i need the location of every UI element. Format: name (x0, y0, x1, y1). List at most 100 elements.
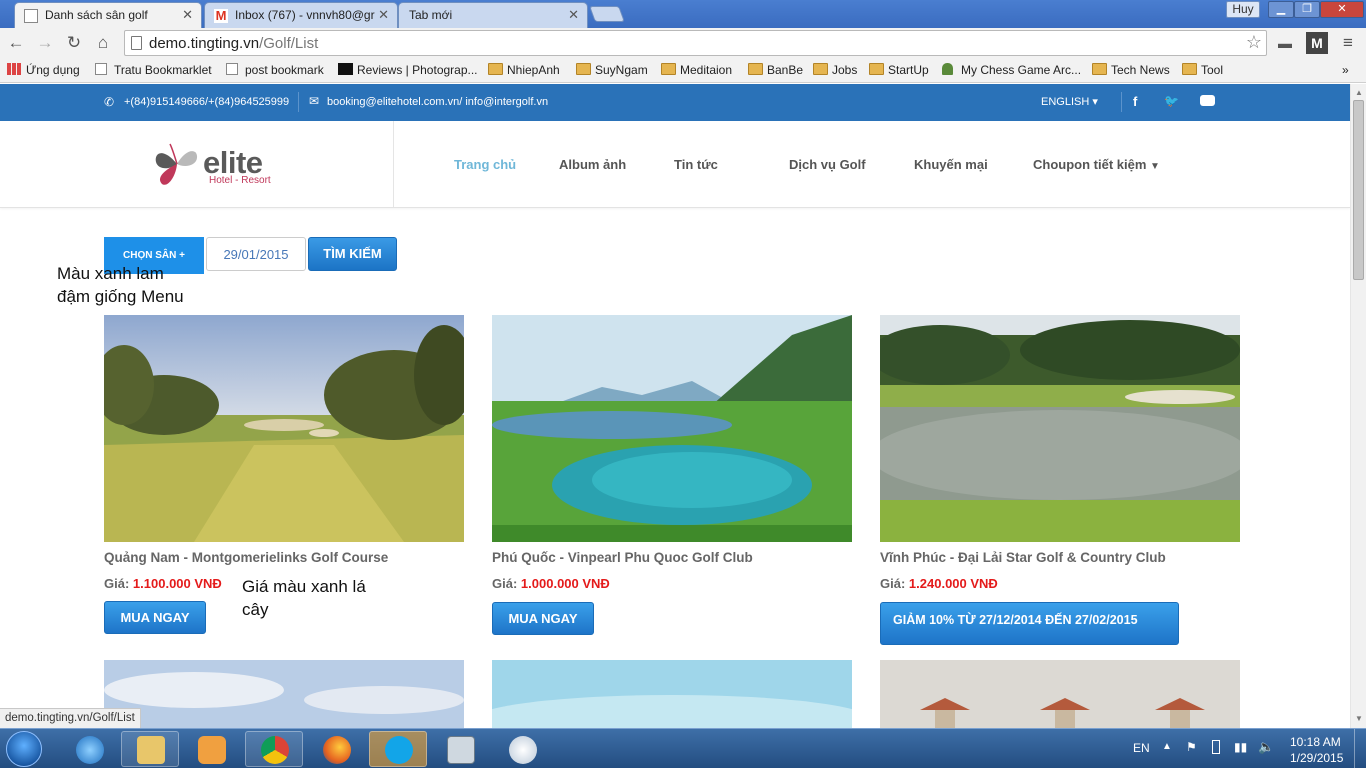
chrome-icon (261, 736, 289, 764)
tab-inbox[interactable]: M Inbox (767) - vnnvh80@gr ✕ (204, 2, 398, 28)
bookmark-folder[interactable]: Jobs (813, 63, 857, 77)
battery-icon[interactable] (1212, 740, 1220, 754)
menu-news[interactable]: Tin tức (674, 157, 718, 172)
menu-coupon-label: Choupon tiết kiệm (1033, 157, 1147, 172)
twitter-icon[interactable]: 🐦 (1164, 94, 1179, 108)
url-text[interactable]: demo.tingting.vn/Golf/List (149, 35, 318, 52)
date-field[interactable] (206, 237, 306, 271)
bookmark-folder[interactable]: StartUp (869, 63, 929, 77)
taskbar-app[interactable] (307, 731, 365, 767)
price-label: Giá: (104, 576, 130, 591)
search-button[interactable]: TÌM KIẾM (308, 237, 397, 271)
file-explorer-icon (137, 736, 165, 764)
course-image-row2-2[interactable] (492, 660, 852, 728)
email-address[interactable]: booking@elitehotel.com.vn/ info@intergol… (327, 96, 548, 108)
taskbar-app[interactable] (369, 731, 427, 767)
caret-down-icon: ▼ (1150, 161, 1160, 172)
buy-now-button[interactable]: MUA NGAY (492, 602, 594, 635)
clock-time[interactable]: 10:18 AM (1290, 735, 1341, 749)
language-label: ENGLISH (1041, 96, 1090, 108)
taskbar-app[interactable] (245, 731, 303, 767)
discount-button[interactable]: GIẢM 10% TỪ 27/12/2014 ĐẾN 27/02/2015 (880, 602, 1179, 645)
menu-promotion[interactable]: Khuyến mại (914, 157, 988, 172)
menu-golf-service[interactable]: Dịch vụ Golf (789, 157, 866, 172)
bookmark-item[interactable]: post bookmark (226, 63, 324, 77)
new-tab-button[interactable] (589, 6, 625, 22)
close-tab-icon[interactable]: ✕ (378, 7, 389, 23)
taskbar-app[interactable] (121, 731, 179, 767)
close-tab-icon[interactable]: ✕ (568, 7, 579, 23)
tray-expand-icon[interactable]: ▲ (1162, 741, 1172, 752)
elite-logo[interactable]: elite Hotel - Resort (152, 140, 292, 190)
minimize-icon[interactable]: ▁ (1268, 1, 1294, 18)
forward-icon[interactable]: → (35, 33, 55, 53)
gmail-icon: M (214, 8, 228, 23)
bookmark-folder[interactable]: Tech News (1092, 63, 1170, 77)
reload-icon[interactable]: ↻ (64, 33, 84, 53)
bookmark-item[interactable]: My Chess Game Arc... (942, 63, 1081, 77)
skype-icon (385, 736, 413, 764)
input-language[interactable]: EN (1133, 741, 1150, 755)
price-label: Giá: (492, 576, 518, 591)
course-image-row2-1[interactable] (104, 660, 464, 728)
taskbar-app[interactable] (182, 731, 240, 767)
home-icon[interactable]: ⌂ (93, 33, 113, 53)
course-image-quang-nam[interactable] (104, 315, 464, 542)
show-desktop-button[interactable] (1354, 729, 1366, 769)
bookmark-item[interactable]: Tratu Bookmarklet (95, 63, 212, 77)
taskbar-app[interactable] (60, 731, 118, 767)
menu-home[interactable]: Trang chủ (454, 157, 516, 172)
folder-icon (1182, 63, 1197, 75)
volume-icon[interactable]: 🔈 (1258, 739, 1274, 755)
course-title[interactable]: Quảng Nam - Montgomerielinks Golf Course (104, 550, 388, 565)
more-bookmarks-button[interactable]: » (1342, 63, 1349, 77)
bookmark-item[interactable]: Reviews | Photograp... (338, 63, 478, 77)
annotation-note-green: Giá màu xanh lá cây (242, 575, 366, 621)
bookmark-folder[interactable]: BanBe (748, 63, 803, 77)
action-center-flag-icon[interactable]: ⚑ (1186, 740, 1197, 754)
bookmark-folder[interactable]: Meditaion (661, 63, 732, 77)
close-tab-icon[interactable]: ✕ (182, 7, 193, 23)
taskbar-app[interactable] (431, 731, 489, 767)
course-image-phu-quoc[interactable] (492, 315, 852, 542)
menu-coupon[interactable]: Choupon tiết kiệm ▼ (1033, 157, 1160, 172)
menu-icon[interactable]: ≡ (1338, 33, 1358, 53)
buy-now-button[interactable]: MUA NGAY (104, 601, 206, 634)
back-icon[interactable]: ← (6, 33, 26, 53)
bookmark-folder[interactable]: SuyNgam (576, 63, 648, 77)
start-button[interactable] (6, 731, 42, 767)
bookmark-label: Tech News (1111, 63, 1170, 77)
language-switch[interactable]: ENGLISH ▾ (1041, 95, 1098, 108)
taskbar-app[interactable] (493, 731, 551, 767)
course-image-vinh-phuc[interactable] (880, 315, 1240, 542)
restore-icon[interactable]: ❐ (1294, 1, 1320, 18)
bookmark-label: My Chess Game Arc... (961, 63, 1082, 77)
bookmark-folder[interactable]: NhiepAnh (488, 63, 560, 77)
scroll-up-icon[interactable]: ▲ (1355, 88, 1363, 97)
tab-golf-list[interactable]: Danh sách sân golf ✕ (14, 2, 202, 28)
bookmark-star-icon[interactable]: ☆ (1246, 32, 1262, 53)
windows-taskbar: EN ▲ ⚑ ▮▮ 🔈 10:18 AM 1/29/2015 (0, 728, 1366, 769)
header-divider (393, 121, 394, 207)
network-icon[interactable]: ▮▮ (1234, 740, 1247, 754)
extension-m-icon[interactable]: M (1306, 32, 1328, 54)
course-title[interactable]: Phú Quốc - Vinpearl Phu Quoc Golf Club (492, 550, 753, 565)
address-bar[interactable]: demo.tingting.vn/Golf/List ☆ (124, 30, 1267, 56)
scroll-thumb[interactable] (1353, 100, 1364, 280)
profile-button[interactable]: Huy (1226, 1, 1260, 18)
course-image-row2-3[interactable] (880, 660, 1240, 728)
menu-album[interactable]: Album ảnh (559, 157, 626, 172)
extension-icon[interactable]: ▬ (1275, 33, 1295, 53)
youtube-icon[interactable] (1200, 95, 1215, 106)
bookmark-apps[interactable]: Ứng dụng (7, 63, 80, 77)
tab-title: Tab mới (409, 8, 453, 22)
page-scrollbar[interactable]: ▲ ▼ (1350, 84, 1366, 728)
course-title[interactable]: Vĩnh Phúc - Đại Lải Star Golf & Country … (880, 550, 1166, 565)
bookmark-folder[interactable]: Tool (1182, 63, 1223, 77)
facebook-icon[interactable]: f (1133, 94, 1137, 109)
close-window-icon[interactable]: ✕ (1320, 1, 1364, 18)
clock-date[interactable]: 1/29/2015 (1290, 751, 1343, 765)
bookmark-label: BanBe (767, 63, 804, 77)
scroll-down-icon[interactable]: ▼ (1355, 714, 1363, 723)
tab-new[interactable]: Tab mới ✕ (398, 2, 588, 28)
